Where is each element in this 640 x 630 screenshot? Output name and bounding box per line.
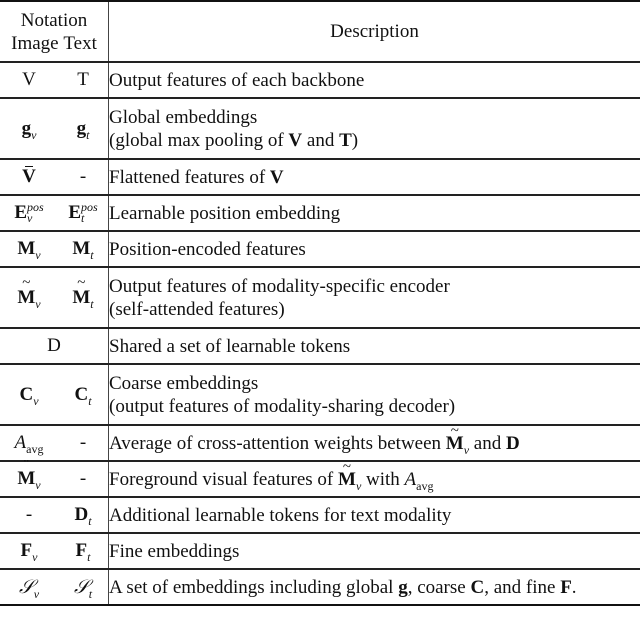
description: Output features of modality-specific enc… xyxy=(108,267,640,328)
description: Global embeddings (global max pooling of… xyxy=(108,98,640,159)
image-notation: V xyxy=(22,166,36,187)
image-notation: - xyxy=(25,504,33,525)
image-notation: Mv xyxy=(0,461,58,497)
table-row: - Dt Additional learnable tokens for tex… xyxy=(0,497,640,533)
description: Foreground visual features of Mv with Aa… xyxy=(108,461,640,497)
image-label: Image xyxy=(11,32,59,54)
image-notation: Aavg xyxy=(14,432,44,456)
notation-header: Notation Image Text xyxy=(0,1,109,62)
header-row: Notation Image Text Description xyxy=(0,1,640,62)
table-row: Mv Mt Output features of modality-specif… xyxy=(0,267,640,328)
table-row: 𝒮v 𝒮t A set of embeddings including glob… xyxy=(0,569,640,605)
description-header: Description xyxy=(108,1,640,62)
description: A set of embeddings including global g, … xyxy=(108,569,640,605)
description: Coarse embeddings (output features of mo… xyxy=(108,364,640,425)
description: Shared a set of learnable tokens xyxy=(108,328,640,364)
image-notation: Epos v xyxy=(14,200,44,226)
description: Position-encoded features xyxy=(108,231,640,267)
table-row: Mv Mt Position-encoded features xyxy=(0,231,640,267)
image-notation: Mv xyxy=(17,238,41,262)
table-row: Fv Ft Fine embeddings xyxy=(0,533,640,569)
shared-notation: D xyxy=(47,335,61,356)
notation-label: Notation xyxy=(20,9,88,31)
table-row: Cv Ct Coarse embeddings (output features… xyxy=(0,364,640,425)
text-notation: - xyxy=(79,468,87,489)
description: Output features of each backbone xyxy=(108,62,640,98)
notation-table: Notation Image Text Description V T Outp… xyxy=(0,0,640,606)
text-notation: - xyxy=(79,432,87,453)
table-row: D Shared a set of learnable tokens xyxy=(0,328,640,364)
image-notation: gv xyxy=(21,117,37,142)
description: Average of cross-attention weights betwe… xyxy=(108,425,640,461)
text-notation: Mt xyxy=(72,238,94,262)
image-notation: Cv xyxy=(19,383,39,408)
image-notation: Fv xyxy=(20,540,38,564)
description: Additional learnable tokens for text mod… xyxy=(108,497,640,533)
table-row: Mv - Foreground visual features of Mv wi… xyxy=(0,461,640,497)
description: Fine embeddings xyxy=(108,533,640,569)
text-notation: T xyxy=(77,69,89,90)
image-notation: V xyxy=(22,69,36,90)
text-notation: Ft xyxy=(75,540,91,564)
text-notation: - xyxy=(79,166,87,187)
description: Flattened features of V xyxy=(108,159,640,195)
text-notation: Dt xyxy=(74,504,92,528)
text-notation: 𝒮t xyxy=(73,575,93,601)
table-row: gv gt Global embeddings (global max pool… xyxy=(0,98,640,159)
table-row: V T Output features of each backbone xyxy=(0,62,640,98)
table-row: Aavg - Average of cross-attention weight… xyxy=(0,425,640,461)
text-notation: gt xyxy=(76,117,90,142)
description: Learnable position embedding xyxy=(108,195,640,231)
table-row: V - Flattened features of V xyxy=(0,159,640,195)
image-notation: Mv xyxy=(0,267,58,328)
text-notation: Ct xyxy=(74,383,92,408)
text-label: Text xyxy=(63,32,97,54)
text-notation: Mt xyxy=(58,267,109,328)
image-notation: 𝒮v xyxy=(18,575,40,601)
table-row: Epos v Epos t Learnable position embedding xyxy=(0,195,640,231)
text-notation: Epos t xyxy=(68,200,98,226)
